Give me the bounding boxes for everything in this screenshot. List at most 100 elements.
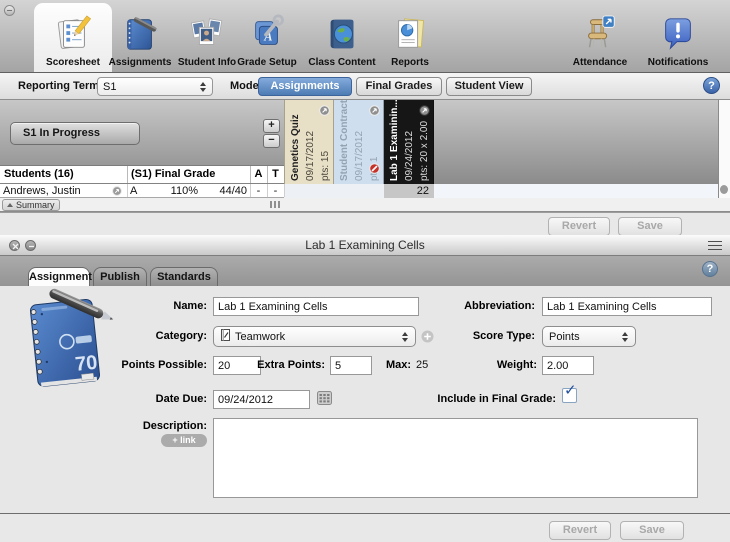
mode-bar: Reporting Term: S1 Mode: Assignments Fin…	[0, 73, 730, 100]
summary-tab-label: Summary	[16, 200, 55, 210]
final-grade-letter: A	[130, 184, 137, 198]
toolbar-item-class-content[interactable]: Class Content	[301, 3, 383, 72]
description-field[interactable]	[213, 418, 698, 498]
scoresheet-action-bar: Revert Save	[0, 212, 730, 235]
notifications-icon	[659, 11, 697, 57]
final-grade-column-header[interactable]: (S1) Final Grade	[131, 168, 215, 180]
score-cell[interactable]	[284, 184, 334, 198]
absences-column-header[interactable]: A	[250, 168, 267, 180]
tab-standards[interactable]: Standards	[150, 267, 218, 286]
checkmark-icon: ✓	[564, 383, 577, 398]
column-resize-grip[interactable]	[270, 201, 282, 208]
student-detail-arrow-icon[interactable]	[112, 186, 123, 197]
toolbar-collapse-button[interactable]	[4, 5, 15, 16]
description-label: Description:	[27, 420, 207, 432]
detail-panel-title-bar: Lab 1 Examining Cells	[0, 235, 730, 256]
tab-assignment[interactable]: Assignment	[28, 267, 90, 286]
mode-button-student-view[interactable]: Student View	[446, 77, 532, 96]
revert-button[interactable]: Revert	[549, 521, 611, 540]
date-due-label: Date Due:	[27, 393, 207, 405]
score-type-label: Score Type:	[355, 330, 535, 342]
score-value[interactable]: 22	[384, 184, 429, 198]
grid-header-row: Students (16) (S1) Final Grade A T	[0, 165, 284, 184]
score-type-value: Points	[549, 331, 580, 343]
toolbar-item-grade-setup[interactable]: A Grade Setup	[232, 3, 302, 72]
toolbar-item-label: Notifications	[648, 57, 709, 68]
assignment-column-lab1-selected[interactable]: Lab 1 Examinin... 09/24/2012 pts: 20 x 2…	[384, 100, 434, 184]
main-toolbar: Scoresheet Assignments	[0, 0, 730, 73]
date-due-field[interactable]	[213, 390, 310, 409]
divider	[284, 184, 285, 197]
toolbar-item-attendance[interactable]: Attendance	[568, 3, 632, 72]
panel-resize-grip-icon[interactable]	[708, 241, 722, 250]
scoresheet-icon	[54, 11, 92, 57]
abbreviation-field[interactable]	[542, 297, 712, 316]
reports-icon	[391, 11, 429, 57]
toolbar-item-label: Grade Setup	[237, 57, 296, 68]
zoom-in-button[interactable]: +	[263, 119, 280, 133]
student-name[interactable]: Andrews, Justin	[3, 184, 81, 198]
toolbar-item-notifications[interactable]: Notifications	[644, 3, 712, 72]
final-grade-fraction: 44/40	[200, 184, 247, 198]
student-info-icon	[188, 11, 226, 57]
tardies-column-header[interactable]: T	[267, 168, 284, 180]
assignment-form: 70 Name: Abbreviation: Category: Teamw	[0, 286, 730, 513]
assignment-column-student-contract[interactable]: Student Contract 09/17/2012 pts: 1	[334, 100, 384, 184]
help-button-detail[interactable]: ?	[702, 261, 718, 277]
category-notebook-icon	[220, 329, 230, 344]
assignment-detail-arrow-icon[interactable]	[419, 103, 430, 114]
category-label: Category:	[27, 330, 207, 342]
assignment-detail-arrow-icon[interactable]	[319, 103, 330, 114]
weight-label: Weight:	[357, 359, 537, 371]
revert-button[interactable]: Revert	[548, 217, 610, 236]
toolbar-item-label: Reports	[391, 57, 429, 68]
toolbar-item-label: Student Info	[178, 57, 236, 68]
toolbar-item-scoresheet[interactable]: Scoresheet	[34, 3, 112, 72]
scrollbar-thumb[interactable]	[720, 185, 728, 194]
category-value: Teamwork	[235, 331, 285, 343]
weight-field[interactable]	[542, 356, 594, 375]
help-button[interactable]: ?	[703, 77, 720, 94]
attendance-icon	[581, 11, 619, 57]
assignment-name: Student Contract	[337, 103, 352, 181]
zoom-out-button[interactable]: −	[263, 134, 280, 148]
assignment-name: Lab 1 Examinin...	[387, 103, 402, 181]
class-content-icon	[323, 11, 361, 57]
divider	[267, 184, 268, 197]
reporting-term-label: Reporting Term:	[18, 80, 103, 92]
score-type-select[interactable]: Points	[542, 326, 636, 347]
assignment-column-genetics-quiz[interactable]: Genetics Quiz 09/17/2012 pts: 15	[284, 100, 334, 184]
include-final-grade-checkbox[interactable]: ✓	[562, 388, 577, 403]
divider	[250, 184, 251, 197]
divider	[127, 166, 128, 183]
vertical-scrollbar[interactable]	[718, 100, 730, 198]
tab-publish[interactable]: Publish	[93, 267, 147, 286]
reporting-term-value: S1	[103, 81, 116, 93]
toolbar-item-reports[interactable]: Reports	[380, 3, 440, 72]
assignments-icon	[121, 11, 159, 57]
reporting-term-select[interactable]: S1	[97, 77, 213, 96]
name-label: Name:	[27, 300, 207, 312]
add-link-button[interactable]: + link	[161, 434, 207, 447]
divider	[250, 166, 251, 183]
absences-value: -	[250, 184, 267, 198]
term-status-button[interactable]: S1 In Progress	[10, 122, 140, 145]
assignment-detail-arrow-icon[interactable]	[369, 103, 380, 114]
divider	[127, 184, 128, 197]
mode-button-assignments[interactable]: Assignments	[258, 77, 352, 96]
calendar-icon[interactable]	[317, 391, 332, 405]
tardies-value: -	[267, 184, 284, 198]
summary-tab[interactable]: Summary	[2, 199, 60, 211]
toolbar-item-assignments[interactable]: Assignments	[104, 3, 176, 72]
save-button[interactable]: Save	[618, 217, 682, 236]
mode-button-final-grades[interactable]: Final Grades	[356, 77, 442, 96]
students-column-header[interactable]: Students (16)	[4, 168, 74, 180]
assignment-name: Genetics Quiz	[288, 103, 303, 181]
toolbar-item-label: Class Content	[308, 57, 375, 68]
scoresheet-grid: S1 In Progress + − Genetics Quiz 09/17/2…	[0, 100, 730, 212]
grade-setup-icon: A	[248, 11, 286, 57]
not-published-icon	[369, 161, 380, 172]
extra-points-label: Extra Points:	[145, 359, 325, 371]
save-button[interactable]: Save	[620, 521, 684, 540]
score-cell[interactable]	[334, 184, 384, 198]
